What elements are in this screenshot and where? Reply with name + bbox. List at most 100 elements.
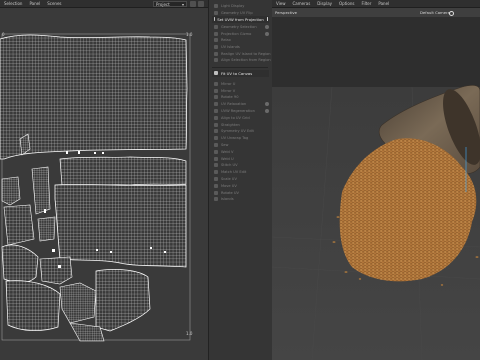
uv-island[interactable] [54, 184, 187, 268]
tool-icon [214, 81, 218, 86]
tool-item[interactable]: Geometry UV Flip [214, 10, 269, 16]
camera-icon[interactable] [449, 11, 454, 16]
tool-label: Stitch UV [221, 163, 238, 168]
tool-icon [214, 163, 218, 168]
viewport-header: Perspective Default Camera [272, 8, 480, 17]
tool-item[interactable]: Match UV Edit [214, 169, 269, 175]
tool-label: Symmetry UV Edit [221, 129, 254, 134]
tool-label: Mirror V [221, 88, 236, 93]
menu-view[interactable]: View [276, 1, 286, 6]
uv-island[interactable] [37, 216, 56, 242]
tool-item[interactable]: Weld U [214, 156, 269, 162]
tool-item[interactable]: UVW Regeneration [214, 108, 269, 114]
tool-icon [214, 122, 218, 127]
menu-options[interactable]: Options [339, 1, 354, 6]
tool-icon [214, 10, 218, 15]
tool-label: Geometry UV Flip [221, 10, 253, 15]
uv-island[interactable] [95, 269, 151, 332]
tool-label: Weld U [221, 156, 234, 161]
tool-item[interactable]: Light Display [214, 3, 269, 9]
tool-options-icon[interactable] [265, 25, 269, 30]
tool-icon [214, 109, 218, 113]
tool-item[interactable]: Realign UV Island to Region [214, 51, 271, 57]
tool-icon [214, 25, 218, 30]
uv-island[interactable] [1, 244, 39, 283]
viewport-canvas[interactable] [272, 17, 480, 360]
tool-options-icon[interactable] [265, 31, 269, 36]
tool-item[interactable]: Projection Gizmo [214, 31, 269, 37]
uv-island[interactable] [39, 256, 73, 285]
menu-panel[interactable]: Panel [29, 1, 40, 6]
tool-label: Realign UV Island to Region [221, 51, 271, 56]
tool-icon [214, 88, 218, 93]
uv-settings-icon[interactable] [198, 1, 204, 7]
tool-item[interactable]: Sew [214, 142, 269, 148]
section-label: Fit UV to Canvas [221, 70, 253, 76]
chevron-down-icon: ▾ [181, 2, 184, 7]
tool-item[interactable]: UV Unwrap Tag [214, 135, 269, 141]
uv-tick-left: 0 [2, 32, 5, 37]
tool-item[interactable]: Symmetry UV Edit [214, 128, 269, 134]
uv-island[interactable] [3, 204, 35, 246]
uv-canvas[interactable] [0, 9, 208, 360]
tool-item[interactable]: Align Selection from Region [214, 57, 271, 63]
tool-icon [214, 4, 218, 8]
tool-label: UV Relaxation [221, 102, 247, 107]
projection-dropdown[interactable]: Project ▾ [153, 1, 187, 7]
menu-selection[interactable]: Selection [4, 1, 22, 6]
menu-scenes[interactable]: Scenes [47, 1, 61, 6]
tool-label: UVW Regeneration [221, 109, 255, 113]
uv-tick-bottom-right: 1.0 [186, 331, 193, 336]
view-name[interactable]: Perspective [275, 10, 297, 15]
tool-icon [214, 115, 218, 120]
tool-options-icon[interactable] [265, 102, 269, 107]
uv-tick-top-right: 1.0 [186, 32, 193, 37]
tool-label: Geometry Selection [221, 25, 257, 30]
tool-item[interactable]: Stitch UV [214, 162, 269, 168]
menu-filter[interactable]: Filter [361, 1, 371, 6]
tool-item[interactable]: UV Islands [214, 44, 269, 50]
menu-display[interactable]: Display [317, 1, 332, 6]
tool-item[interactable]: Straighten [214, 122, 269, 128]
tool-item[interactable]: Rotate 90 [214, 94, 269, 100]
tool-item[interactable]: Geometry Selection [214, 24, 269, 30]
camera-name[interactable]: Default Camera [420, 10, 450, 15]
tool-item[interactable]: Weld V [214, 149, 269, 155]
tool-label: Relax [221, 38, 231, 43]
uv-view-icon[interactable] [190, 1, 196, 7]
tool-item[interactable]: Mirror V [214, 88, 269, 94]
menu-cameras[interactable]: Cameras [293, 1, 311, 6]
uv-island[interactable] [1, 176, 21, 206]
tool-label: Move UV [221, 183, 237, 188]
tool-icon [214, 58, 218, 63]
tool-label: Scale UV [221, 177, 237, 181]
section-header[interactable]: Set UVW from Projection [212, 15, 269, 23]
menu-panel[interactable]: Panel [378, 1, 389, 6]
tool-icon [214, 38, 218, 43]
tool-icon [214, 129, 218, 134]
tool-item[interactable]: Rotate UV [214, 190, 269, 196]
uv-island[interactable] [31, 166, 51, 215]
tool-label: Rotate UV [221, 190, 239, 195]
tool-item[interactable]: Relax [214, 37, 269, 43]
uv-island[interactable] [59, 156, 187, 186]
tool-item[interactable]: Islands [214, 196, 269, 202]
tool-icon [214, 102, 218, 107]
tool-item[interactable]: Mirror U [214, 81, 269, 87]
uv-island[interactable] [59, 282, 97, 324]
tool-label: Light Display [221, 4, 245, 8]
tool-label: Match UV Edit [221, 170, 247, 175]
tool-icon [214, 95, 218, 100]
tool-item[interactable]: Scale UV [214, 176, 269, 182]
tool-options-icon[interactable] [265, 109, 269, 113]
section-header-fit[interactable]: Fit UV to Canvas [212, 69, 269, 77]
tool-item[interactable]: UV Relaxation [214, 101, 269, 107]
tool-item[interactable]: Align to UV Grid [214, 115, 269, 121]
tool-label: Straighten [221, 122, 240, 127]
uv-island[interactable] [5, 280, 61, 331]
tool-item[interactable]: Move UV [214, 183, 269, 189]
tool-label: Sew [221, 143, 229, 147]
tool-icon [214, 183, 218, 188]
tool-label: Weld V [221, 149, 234, 154]
tool-label: UV Unwrap Tag [221, 136, 249, 141]
